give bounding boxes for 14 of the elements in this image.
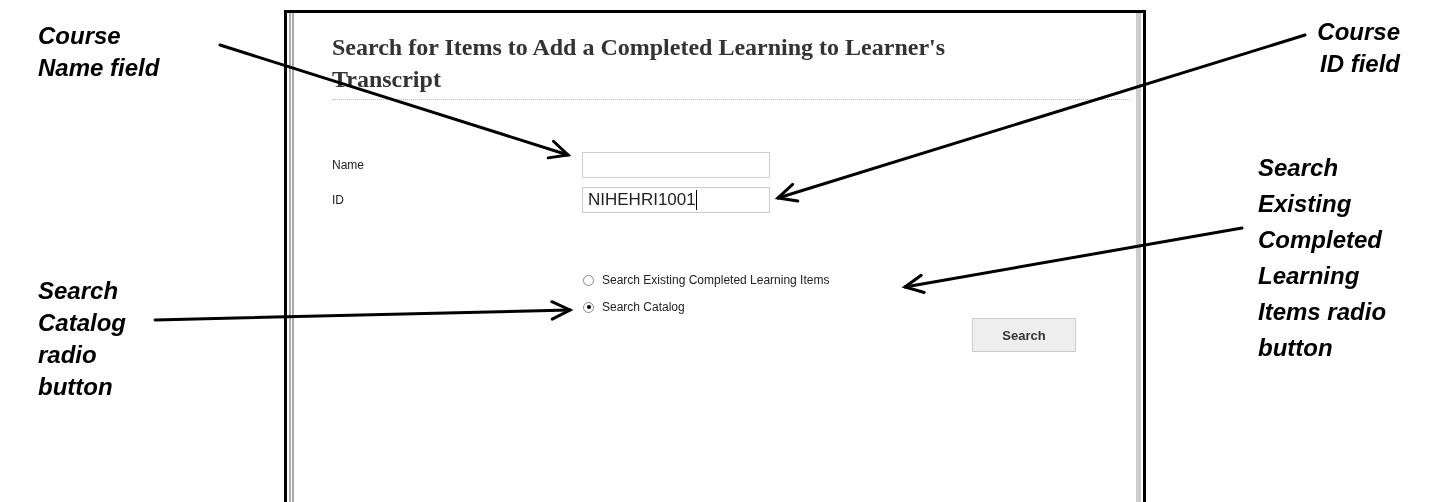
input-field[interactable]: NIHEHRI1001 bbox=[582, 187, 770, 213]
radio-button[interactable] bbox=[583, 301, 594, 313]
field-label: Name bbox=[332, 158, 365, 172]
callout-label: Course Name field bbox=[38, 21, 161, 83]
field-label: ID bbox=[332, 193, 345, 207]
input-field[interactable] bbox=[582, 152, 770, 178]
callout-label: Search Catalog radio button bbox=[38, 276, 127, 402]
page-title: Search for Items to Add a Completed Learning to Learner's Transcript bbox=[332, 33, 947, 94]
callout-label: Course ID field bbox=[1316, 17, 1400, 79]
callout-label: Search Existing Completed Learning Items radio button bbox=[1258, 153, 1388, 363]
search-button[interactable]: Search bbox=[972, 318, 1076, 352]
radio-button[interactable] bbox=[583, 274, 594, 286]
radio-label: Search Catalog bbox=[602, 300, 685, 314]
radio-label: Search Existing Completed Learning Items bbox=[602, 273, 830, 287]
